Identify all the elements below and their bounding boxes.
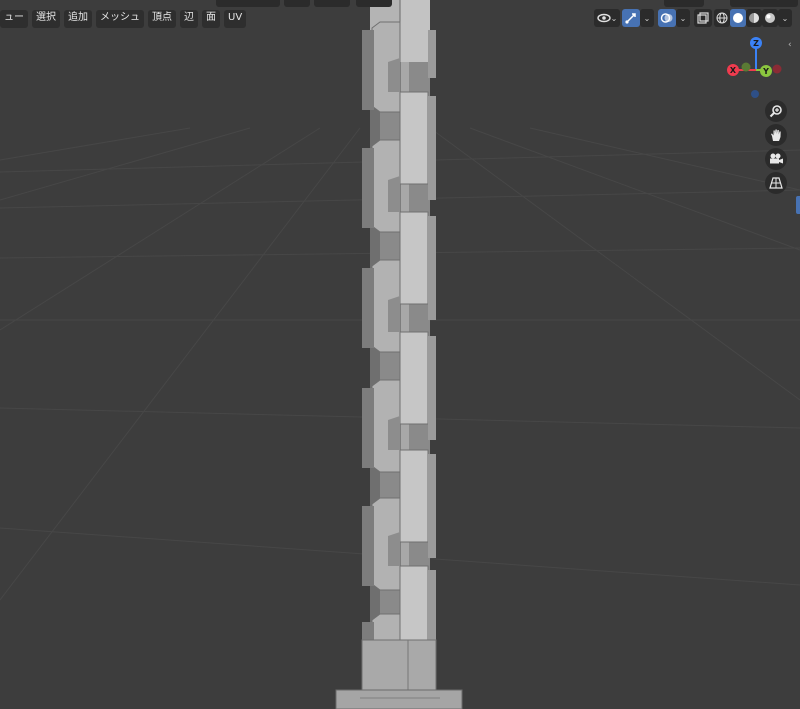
grid-icon (769, 177, 783, 189)
gizmo-neg-z[interactable] (751, 90, 759, 98)
overlays-icon (660, 13, 673, 23)
camera-view-button[interactable] (765, 148, 787, 170)
header-remnant-proportional[interactable] (356, 0, 392, 7)
menu-vertex[interactable]: 頂点 (148, 10, 176, 28)
camera-icon (770, 153, 783, 164)
chevron-down-icon: ⌄ (610, 13, 618, 23)
zoom-icon (769, 105, 782, 118)
gizmo-x-label: X (730, 66, 737, 75)
shading-dropdown[interactable]: ⌄ (778, 9, 792, 27)
shading-rendered[interactable] (762, 9, 778, 27)
overlays-dropdown[interactable]: ⌄ (676, 9, 690, 27)
chevron-down-icon: ⌄ (679, 13, 687, 23)
pillar-mesh[interactable] (335, 0, 463, 709)
pan-button[interactable] (765, 124, 787, 146)
menu-mesh[interactable]: メッシュ (96, 10, 144, 28)
wireframe-sphere-icon (716, 12, 728, 24)
header-remnant-mid[interactable] (284, 0, 310, 7)
material-sphere-icon (749, 13, 759, 23)
shading-wireframe[interactable] (714, 9, 730, 27)
zoom-button[interactable] (765, 100, 787, 122)
xray-icon (697, 12, 709, 24)
transform-gizmo-icon (625, 13, 636, 24)
solid-sphere-icon (733, 13, 743, 23)
menu-bar: ュー 選択 追加 メッシュ 頂点 辺 面 UV (0, 10, 248, 28)
header-remnant-left[interactable] (216, 0, 280, 7)
gizmo-y-label: Y (762, 67, 769, 76)
xray-toggle[interactable] (694, 9, 712, 27)
perspective-toggle-button[interactable] (765, 172, 787, 194)
options-button[interactable] (730, 0, 798, 7)
menu-edge[interactable]: 辺 (180, 10, 198, 28)
gizmo-neg-x[interactable] (772, 64, 782, 74)
header-remnant-axis[interactable] (664, 0, 704, 7)
shading-solid[interactable] (730, 9, 746, 27)
gizmo-dropdown[interactable]: ⌄ (640, 9, 654, 27)
gizmo-z-label: Z (753, 39, 759, 48)
eye-icon (596, 13, 611, 23)
overlays-toggle[interactable] (658, 9, 676, 27)
navigation-gizmo[interactable]: Z X Y (723, 33, 789, 99)
right-blocks (399, 91, 429, 657)
hand-pan-icon (771, 129, 781, 141)
gizmo-toggle[interactable] (622, 9, 640, 27)
shading-material[interactable] (746, 9, 762, 27)
sidebar-tab[interactable] (796, 196, 800, 214)
menu-view[interactable]: ュー (0, 10, 28, 28)
menu-add[interactable]: 追加 (64, 10, 92, 28)
chevron-left-icon[interactable]: ‹ (788, 40, 792, 50)
3d-viewport[interactable]: ュー 選択 追加 メッシュ 頂点 辺 面 UV ⌄ ⌄ ⌄ ⌄ Z X Y ‹ (0, 0, 800, 709)
menu-uv[interactable]: UV (224, 10, 247, 28)
chevron-down-icon: ⌄ (781, 13, 789, 23)
chevron-down-icon: ⌄ (643, 13, 651, 23)
menu-face[interactable]: 面 (202, 10, 220, 28)
header-remnant-snap[interactable] (314, 0, 350, 7)
menu-select[interactable]: 選択 (32, 10, 60, 28)
gizmo-neg-y[interactable] (741, 62, 751, 72)
visibility-toggle[interactable]: ⌄ (594, 9, 620, 27)
rendered-sphere-icon (765, 13, 775, 23)
viewport-scene[interactable] (0, 0, 800, 709)
